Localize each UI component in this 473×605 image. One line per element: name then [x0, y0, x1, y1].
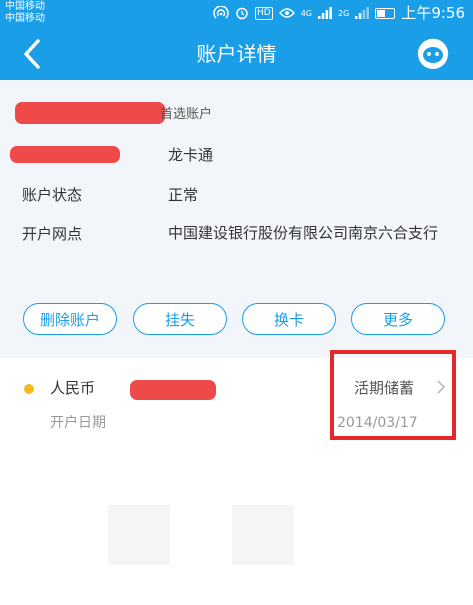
faint-watermark-block — [232, 505, 294, 565]
network-type-label: 2G — [338, 8, 350, 18]
redacted-card-number — [10, 146, 120, 163]
delete-account-button[interactable]: 删除账户 — [23, 303, 117, 335]
battery-icon — [375, 7, 396, 19]
top-navigation-bar: 账户详情 — [0, 28, 473, 80]
status-bar: 中国移动 中国移动 HD 4G 2G 上午9:56 — [0, 0, 473, 28]
eye-icon — [278, 8, 295, 18]
preferred-account-label: 首选账户 — [160, 107, 213, 122]
replace-card-button[interactable]: 换卡 — [242, 303, 336, 335]
currency-dot-icon — [24, 384, 34, 394]
customer-service-icon[interactable] — [415, 36, 451, 72]
report-loss-button[interactable]: 挂失 — [133, 303, 227, 335]
alarm-icon — [236, 7, 248, 20]
network-type-label: 4G — [300, 8, 313, 18]
carrier-label: 中国移动 — [5, 13, 45, 24]
branch-label: 开户网点 — [22, 225, 83, 243]
signal-icon — [355, 7, 370, 19]
clock: 上午9:56 — [401, 4, 465, 22]
highlight-box — [330, 350, 456, 440]
hotspot-icon — [213, 6, 229, 19]
status-icons: HD 4G 2G 上午9:56 — [213, 3, 465, 23]
account-status-value: 正常 — [168, 186, 199, 204]
faint-watermark-block — [108, 505, 170, 565]
currency-label: 人民币 — [50, 379, 96, 397]
redacted-balance — [130, 380, 216, 400]
branch-value: 中国建设银行股份有限公司南京六合支行 — [168, 224, 439, 242]
hd-badge: HD — [255, 6, 273, 20]
signal-icon — [318, 7, 332, 19]
page-title: 账户详情 — [196, 42, 277, 66]
redacted-account-number — [15, 102, 165, 124]
more-button[interactable]: 更多 — [351, 303, 445, 335]
account-status-label: 账户状态 — [22, 186, 83, 204]
carrier-label: 中国移动 — [5, 1, 45, 12]
open-date-label: 开户日期 — [50, 415, 106, 431]
card-type-value: 龙卡通 — [168, 146, 214, 164]
